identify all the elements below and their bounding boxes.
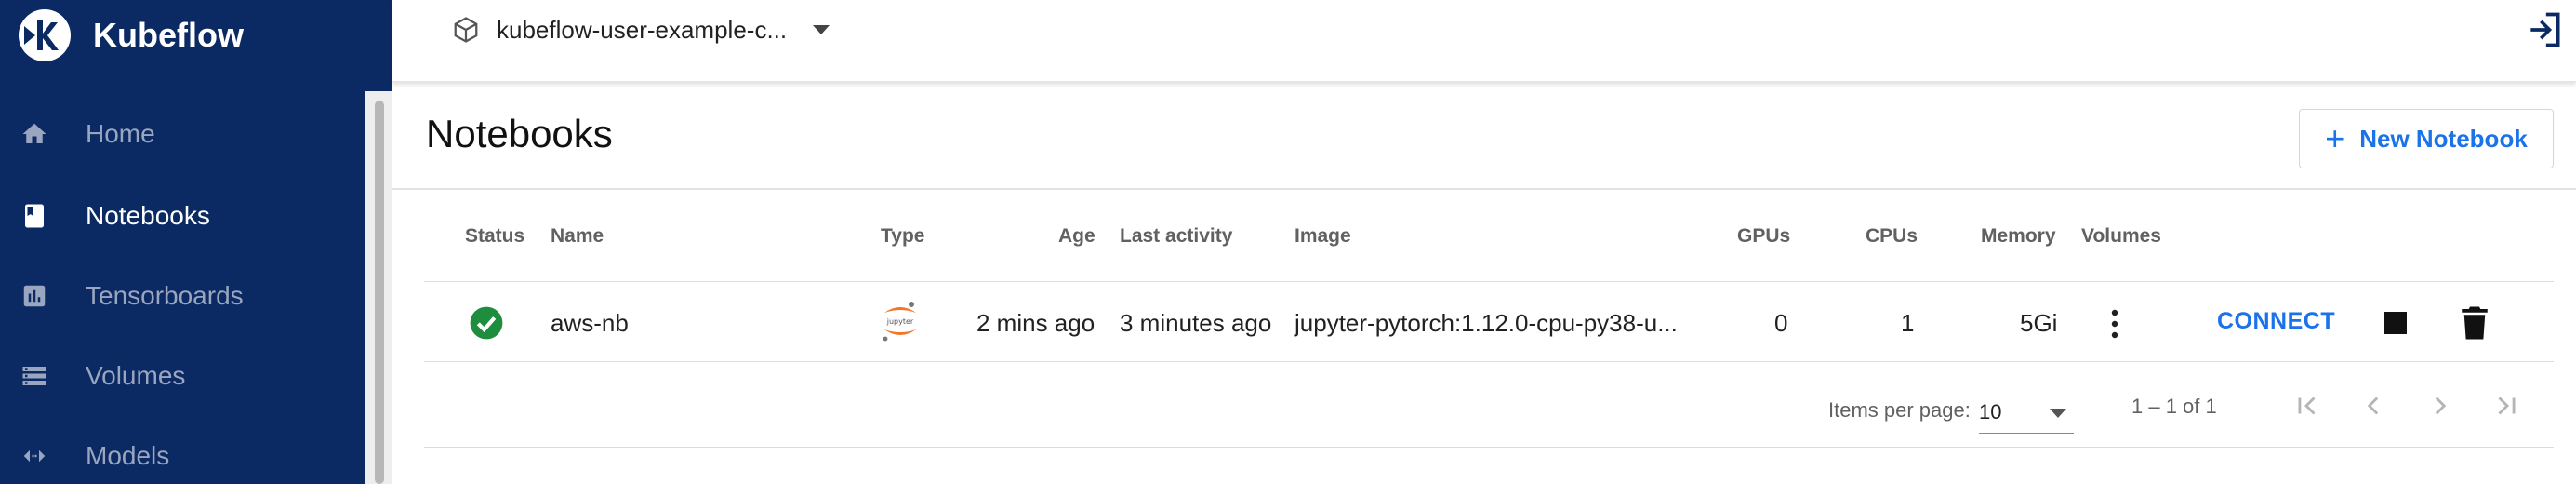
page-title: Notebooks: [426, 112, 613, 155]
sidebar-item-label: Home: [86, 119, 155, 148]
column-header-memory[interactable]: Memory: [1981, 225, 2056, 248]
status-running-icon: [470, 306, 503, 340]
new-notebook-label: New Notebook: [2359, 124, 2528, 153]
chevron-right-icon: [2435, 397, 2447, 415]
brand[interactable]: Kubeflow: [17, 6, 244, 65]
cube-icon: [454, 17, 478, 43]
chevron-left-icon: [2367, 397, 2379, 415]
sidebar-item-label: Models: [86, 441, 170, 470]
column-header-status[interactable]: Status: [465, 225, 524, 248]
first-page-button[interactable]: [2286, 385, 2327, 426]
top-bar: kubeflow-user-example-c...: [392, 0, 2576, 82]
column-header-name[interactable]: Name: [551, 225, 604, 248]
home-icon: [19, 118, 50, 150]
previous-page-button[interactable]: [2353, 385, 2394, 426]
chevron-down-icon: [2050, 409, 2066, 418]
column-header-type[interactable]: Type: [881, 225, 924, 248]
chart-icon: [19, 280, 50, 312]
sidebar-item-home[interactable]: Home: [0, 97, 365, 171]
column-header-cpus[interactable]: CPUs: [1866, 225, 1918, 248]
column-header-age[interactable]: Age: [1058, 225, 1095, 248]
delete-icon[interactable]: [2461, 305, 2489, 341]
notebook-gpus: 0: [1774, 309, 1788, 337]
page-range-label: 1 – 1 of 1: [2131, 395, 2217, 418]
code-arrows-icon: [19, 440, 50, 472]
notebook-cpus: 1: [1901, 309, 1915, 337]
sidebar: Kubeflow Home Notebooks Tensorboards Vol…: [0, 0, 392, 484]
sidebar-item-volumes[interactable]: Volumes: [0, 339, 365, 413]
column-header-volumes[interactable]: Volumes: [2081, 225, 2161, 248]
chevron-down-icon: [813, 25, 830, 34]
logout-icon[interactable]: [2524, 9, 2565, 50]
jupyter-icon: jupyter: [883, 302, 916, 342]
notebook-name[interactable]: aws-nb: [551, 309, 629, 338]
connect-button[interactable]: CONNECT: [2217, 308, 2335, 335]
namespace-label: kubeflow-user-example-c...: [497, 15, 788, 44]
sidebar-item-label: Volumes: [86, 361, 186, 390]
new-notebook-button[interactable]: + New Notebook: [2299, 109, 2554, 168]
notebook-image: jupyter-pytorch:1.12.0-cpu-py38-u...: [1295, 309, 1678, 337]
svg-text:jupyter: jupyter: [886, 317, 914, 326]
paginator-divider: [424, 447, 2554, 448]
last-page-icon: [2498, 397, 2516, 415]
stop-icon[interactable]: [2384, 312, 2407, 334]
sidebar-item-label: Notebooks: [86, 201, 210, 230]
column-header-gpus[interactable]: GPUs: [1737, 225, 1790, 248]
header-divider: [392, 188, 2576, 190]
sidebar-item-notebooks[interactable]: Notebooks: [0, 179, 365, 253]
sidebar-item-tensorboards[interactable]: Tensorboards: [0, 259, 365, 333]
sidebar-item-label: Tensorboards: [86, 281, 244, 310]
sidebar-item-models[interactable]: Models: [0, 419, 365, 484]
notebook-memory: 5Gi: [2020, 309, 2058, 337]
column-header-last-activity[interactable]: Last activity: [1120, 225, 1232, 248]
last-page-button[interactable]: [2487, 385, 2528, 426]
book-icon: [19, 200, 50, 232]
sidebar-scrollbar-thumb[interactable]: [375, 101, 384, 484]
column-header-image[interactable]: Image: [1295, 225, 1351, 248]
page-size-value: 10: [1979, 400, 2002, 424]
namespace-selector[interactable]: kubeflow-user-example-c...: [452, 9, 830, 50]
notebook-last-activity: 3 minutes ago: [1120, 309, 1272, 337]
table-header-divider: [424, 281, 2554, 282]
first-page-icon: [2298, 397, 2316, 415]
storage-icon: [19, 360, 50, 392]
page-size-select[interactable]: 10: [1979, 391, 2074, 434]
next-page-button[interactable]: [2420, 385, 2461, 426]
items-per-page-label: Items per page:: [1828, 398, 1971, 422]
kubeflow-logo-icon: [19, 9, 71, 61]
notebook-age: 2 mins ago: [976, 309, 1095, 337]
brand-name: Kubeflow: [93, 16, 244, 54]
plus-icon: +: [2325, 119, 2345, 157]
more-vert-icon[interactable]: [2104, 307, 2126, 341]
table-row-divider: [424, 361, 2554, 362]
